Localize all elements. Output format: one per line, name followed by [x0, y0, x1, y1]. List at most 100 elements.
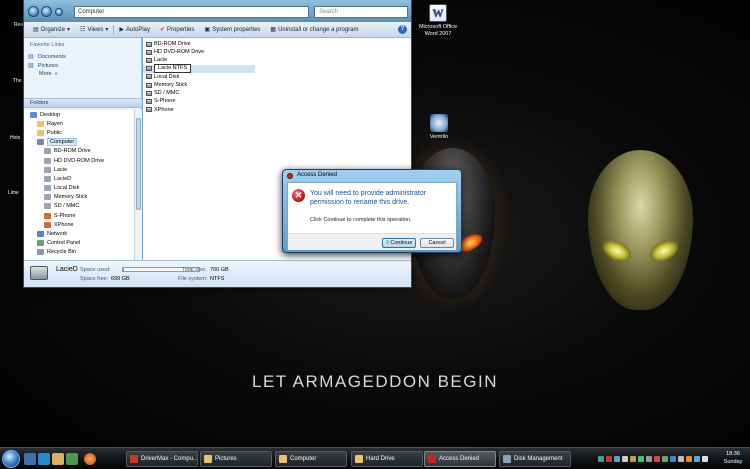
computer-icon [37, 139, 44, 146]
drive-list-item[interactable]: S-Phone [143, 97, 411, 105]
views-label: Views [87, 26, 104, 33]
tree-item[interactable]: Local Disk [24, 184, 134, 193]
tree-item[interactable]: Recycle Bin [24, 248, 134, 257]
tree-item[interactable]: Control Panel [24, 239, 134, 248]
ventrilo-label: Ventrilo [429, 134, 449, 140]
search-input[interactable]: Search [314, 6, 408, 18]
tree-item[interactable]: Computer [24, 138, 134, 147]
taskbar-button-label: Access Denied [439, 456, 480, 462]
desktop-edge-label[interactable]: Lime [8, 190, 19, 196]
optical-drive-icon [44, 148, 51, 155]
forward-button[interactable]: › [41, 6, 52, 17]
folders-header[interactable]: Folders [24, 98, 142, 108]
drive-list-item[interactable]: Memory Stick [143, 81, 411, 89]
tray-icon[interactable] [686, 456, 692, 462]
tree-item[interactable]: S-Phone [24, 211, 134, 220]
space-free-value: 699 GB [111, 276, 130, 282]
ventrilo-shortcut[interactable]: Ventrilo [414, 114, 464, 141]
tray-icon[interactable] [630, 456, 636, 462]
drive-list-item[interactable]: HD DVD-ROM Drive [143, 48, 411, 56]
tree-item[interactable]: BD-ROM Drive [24, 147, 134, 156]
taskbar-button[interactable]: Access Denied [424, 451, 496, 467]
desktop-edge-label[interactable]: Hots [10, 135, 20, 141]
tree-item[interactable]: Public [24, 128, 134, 137]
dialog-message: You will need to provide administrator p… [310, 190, 427, 206]
taskbar-app-icon [503, 455, 511, 463]
system-clock[interactable]: 18:36 Sunday [718, 450, 748, 466]
tree-item[interactable]: Network [24, 229, 134, 238]
dialog-title: Access Denied [297, 172, 338, 178]
space-free-label: Space free: [80, 276, 109, 282]
back-button[interactable]: ‹ [28, 6, 39, 17]
uninstall-program-button[interactable]: ▦ Uninstall or change a program [265, 23, 363, 37]
show-desktop-icon[interactable] [24, 453, 36, 465]
properties-button[interactable]: ✔ Properties [155, 23, 199, 37]
tree-item[interactable]: Lacie [24, 165, 134, 174]
tray-icon[interactable] [670, 456, 676, 462]
speaker-icon[interactable] [702, 456, 708, 462]
selected-drive-name: LacieD [56, 266, 78, 273]
tree-item[interactable]: Rayen [24, 119, 134, 128]
desktop-edge-label[interactable]: Rea [14, 22, 23, 28]
taskbar-button[interactable]: Computer [275, 451, 347, 467]
tray-icon[interactable] [638, 456, 644, 462]
tray-icon[interactable] [606, 456, 612, 462]
taskbar-button[interactable]: Hard Drive [351, 451, 423, 467]
tray-icon[interactable] [646, 456, 652, 462]
views-button[interactable]: ☷ Views ▾ [75, 23, 113, 37]
autoplay-label: AutoPlay [125, 26, 150, 33]
start-button[interactable] [2, 450, 20, 468]
rename-input[interactable]: Lacie NTFS [154, 64, 192, 74]
address-bar[interactable]: Computer [74, 6, 309, 18]
taskbar-button[interactable]: Disk Management [499, 451, 571, 467]
firefox-icon[interactable] [84, 453, 96, 465]
checkmark-icon: ✔ [160, 27, 166, 33]
explorer-quicklaunch-icon[interactable] [52, 453, 64, 465]
organize-button[interactable]: ▤ Organize ▾ [28, 23, 75, 37]
tray-icon[interactable] [678, 456, 684, 462]
drive-list-item[interactable]: BD-ROM Drive [143, 40, 411, 48]
tree-item[interactable]: SD / MMC [24, 202, 134, 211]
tree-item[interactable]: XPhone [24, 220, 134, 229]
continue-button[interactable]: ⛨Continue [382, 238, 416, 248]
help-icon[interactable]: ? [398, 25, 407, 34]
drive-list-item[interactable]: SD / MMC [143, 89, 411, 97]
tree-item[interactable]: Desktop [24, 110, 134, 119]
drive-list-item[interactable]: XPhone [143, 106, 411, 114]
tray-icon[interactable] [622, 456, 628, 462]
tray-icon[interactable] [694, 456, 700, 462]
chevron-down-icon: ▾ [105, 27, 109, 33]
autoplay-button[interactable]: ▶ AutoPlay [114, 23, 155, 37]
chevron-right-icon: » [54, 71, 58, 77]
tree-item-label: LacieD [54, 175, 72, 182]
tray-icon[interactable] [614, 456, 620, 462]
tray-icon[interactable] [654, 456, 660, 462]
scrollbar-thumb[interactable] [136, 118, 141, 210]
folder-icon [37, 129, 44, 136]
taskbar-button[interactable]: Pictures [200, 451, 272, 467]
tray-icon[interactable] [662, 456, 668, 462]
tree-item[interactable]: LacieD [24, 174, 134, 183]
word-2007-shortcut[interactable]: Microsoft Office Word 2007 [413, 4, 463, 38]
dialog-title-bar[interactable]: Access Denied [283, 170, 461, 182]
favorite-link-more[interactable]: More » [24, 69, 141, 77]
desktop-edge-label[interactable]: The [13, 78, 22, 84]
cancel-button[interactable]: Cancel [420, 238, 454, 248]
tree-item[interactable]: Memory Stick [24, 193, 134, 202]
media-player-icon[interactable] [38, 453, 50, 465]
drive-list-item[interactable]: Lacie NTFS [143, 64, 255, 74]
tree-item-label: SD / MMC [54, 203, 80, 210]
drive-list-item[interactable]: Local Disk [143, 73, 411, 81]
folder-tree-scrollbar[interactable] [134, 110, 142, 260]
favorite-link-documents[interactable]: ▤ Documents [24, 48, 141, 61]
recent-pages-button[interactable]: ▾ [55, 8, 63, 16]
pictures-icon: ▧ [28, 63, 34, 69]
autoplay-icon: ▶ [119, 27, 124, 33]
favorite-link-pictures[interactable]: ▧ Pictures [24, 60, 141, 70]
taskbar-button[interactable]: DriverMax - Compu... [126, 451, 198, 467]
system-properties-button[interactable]: ▣ System properties [199, 23, 265, 37]
favorite-links-heading: Favorite Links [30, 42, 65, 48]
tree-item[interactable]: HD DVD-ROM Drive [24, 156, 134, 165]
tray-icon[interactable] [598, 456, 604, 462]
media-center-icon[interactable] [66, 453, 78, 465]
